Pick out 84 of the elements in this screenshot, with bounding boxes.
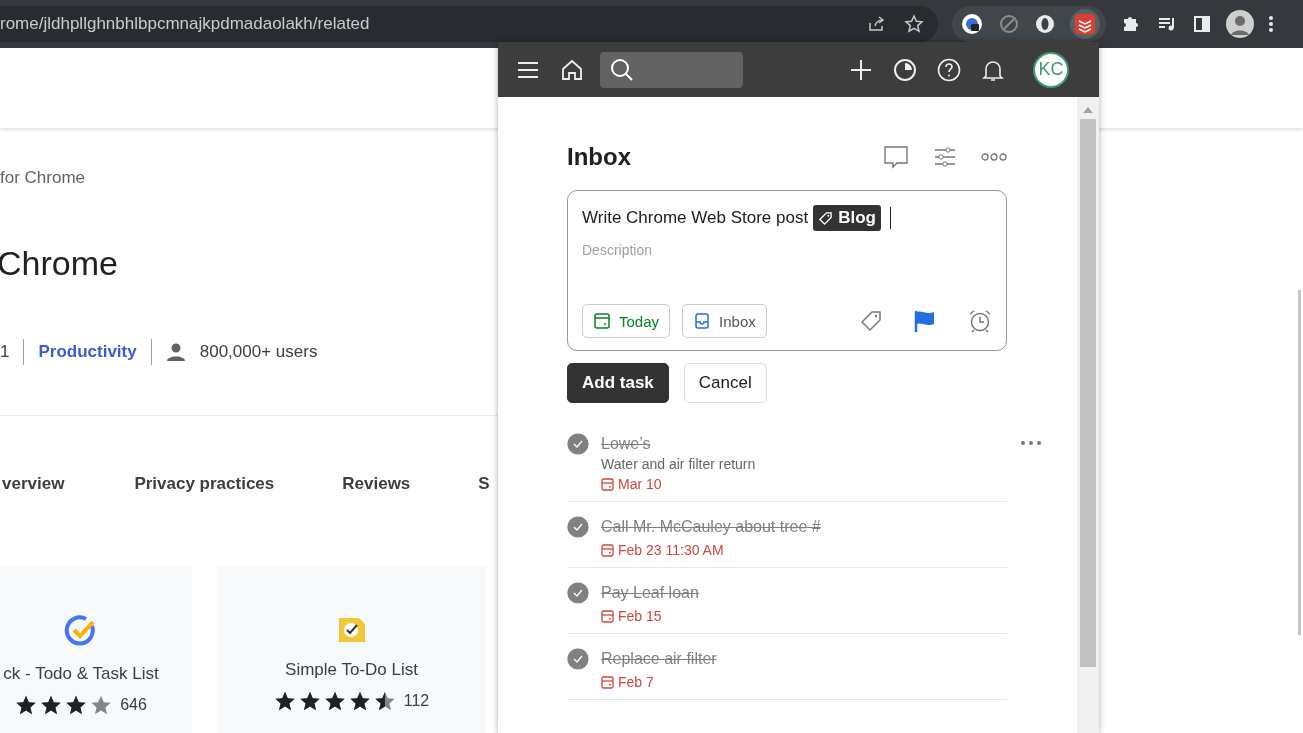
add-task-button[interactable]: Add task [567,363,669,403]
task-row[interactable]: Lowe’s Water and air filter return Mar 10 [567,431,1042,502]
due-date: Mar 10 [618,476,662,492]
bookmark-star-icon[interactable] [904,14,924,34]
search-icon [610,57,634,82]
category-link[interactable]: Productivity [38,342,137,362]
star-icon [40,694,63,716]
extension-card[interactable]: ck - Todo & Task List 646 [0,566,192,733]
extension-icon[interactable] [1034,13,1056,35]
users-count: 800,000+ users [199,342,318,362]
publisher-text: for Chrome [0,168,86,188]
productivity-pie-icon[interactable] [893,57,917,82]
page-tab[interactable]: Reviews [342,474,411,494]
scrollbar-thumb[interactable] [1298,290,1301,635]
task-checkbox[interactable] [567,516,589,538]
calendar-icon [601,477,614,491]
todoist-extension-icon[interactable] [1070,9,1100,39]
task-row[interactable]: Replace air filter Feb 7 [567,646,1042,700]
scrollbar-thumb[interactable] [1080,119,1096,667]
calendar-icon [601,675,614,689]
task-title: Replace air filter [601,649,718,669]
text-cursor [889,207,891,229]
blocked-circle-icon[interactable] [998,13,1020,35]
due-date: Feb 23 11:30 AM [618,542,724,558]
star-icon [15,694,38,716]
label-chip[interactable]: Blog [813,205,881,231]
tag-icon [818,210,834,226]
more-icon[interactable] [981,152,1007,162]
page-tab[interactable]: Privacy practices [134,474,275,494]
task-row[interactable]: Pay Leaf loan Feb 15 [567,580,1042,634]
flag-icon[interactable] [913,309,937,333]
page-tab[interactable]: verview [2,474,65,494]
extension-name: ck - Todo & Task List [3,664,159,684]
project-button[interactable]: Inbox [682,304,767,338]
extension-name: Simple To-Do List [285,660,418,680]
star-icon [373,690,396,712]
task-checkbox[interactable] [567,433,589,455]
extension-card[interactable]: Simple To-Do List 112 [217,566,486,733]
star-icon [323,690,346,712]
tag-icon[interactable] [859,309,883,333]
task-checkbox[interactable] [567,582,589,604]
star-icon [348,690,371,712]
rating-count: 112 [403,692,430,710]
checkmark-circle-icon [64,614,98,648]
star-icon [298,690,321,712]
task-row[interactable]: Call Mr. McCauley about tree # Feb 23 11:30 AM [567,514,1042,568]
page-tab[interactable]: S [478,474,490,494]
menu-icon[interactable] [1268,14,1274,34]
alarm-clock-icon[interactable] [967,308,993,334]
share-icon[interactable] [866,14,886,34]
project-title: Inbox [567,143,631,171]
star-icon [273,690,296,712]
due-date: Feb 7 [618,674,654,690]
calendar-icon [601,543,614,557]
help-icon[interactable] [937,57,961,82]
home-icon[interactable] [560,57,584,82]
task-checkbox[interactable] [567,648,589,670]
task-title: Lowe’s [601,434,652,454]
due-date: Feb 15 [618,608,662,624]
star-icon [65,694,88,716]
comment-icon[interactable] [883,145,909,169]
due-date-button[interactable]: Today [582,304,671,338]
star-icon [90,694,113,716]
cancel-button[interactable]: Cancel [683,363,767,403]
task-description: Water and air filter return [601,456,757,472]
rating-text: 1 [0,342,10,362]
calendar-icon [593,312,611,330]
calendar-icon [601,609,614,623]
side-panel-icon[interactable] [1192,14,1212,34]
url-text: rome/jldhpllghnbhlbpcmnajkpdmadaolakh/related [0,14,371,34]
address-bar[interactable]: rome/jldhpllghnbhlbpcmnajkpdmadaolakh/related [0,6,938,42]
person-icon [165,343,186,361]
task-editor[interactable]: Write Chrome Web Store post Blog Description Today Inbox [567,190,1007,351]
more-icon[interactable] [1020,440,1042,446]
add-icon[interactable] [849,57,873,82]
task-title: Pay Leaf loan [601,583,700,603]
rating-count: 646 [120,696,147,714]
search-field[interactable] [600,51,743,88]
profile-avatar-icon[interactable] [1226,10,1254,38]
task-name-input[interactable]: Write Chrome Web Store post [582,208,809,228]
inbox-tray-icon [693,312,712,330]
task-title: Call Mr. McCauley about tree # [601,517,822,537]
extension-icon[interactable] [960,12,984,36]
sliders-icon[interactable] [933,146,957,168]
